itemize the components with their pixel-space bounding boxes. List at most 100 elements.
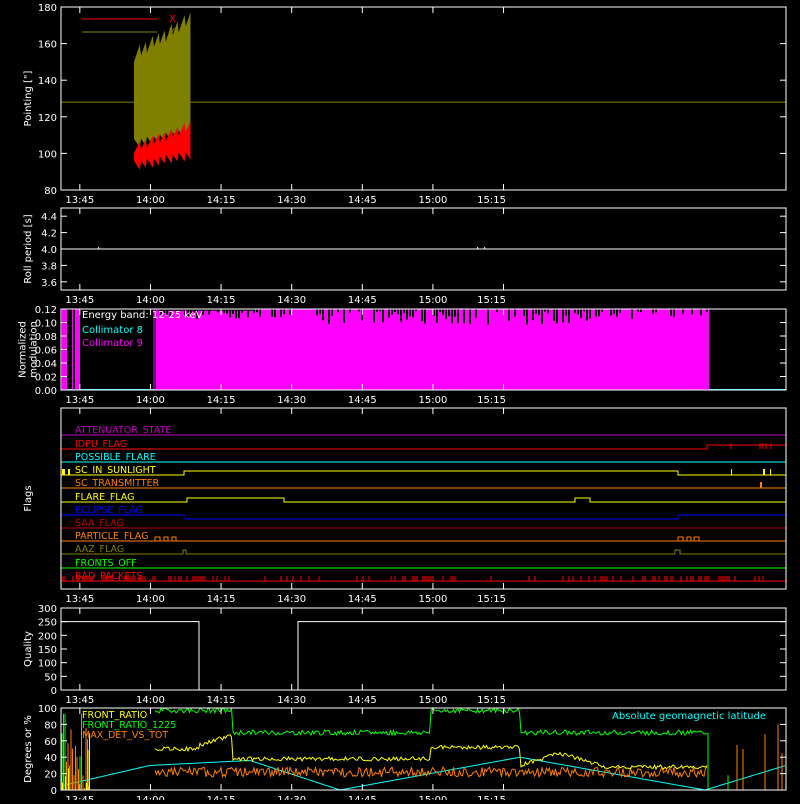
- modulation-dropout: [469, 309, 471, 325]
- y-tick-label: 4.2: [41, 229, 57, 240]
- y-axis-label: Quality: [23, 631, 34, 667]
- x-tick-label: 15:00: [419, 695, 448, 706]
- x-tick-label: 14:45: [348, 395, 377, 406]
- geomagnetic-latitude-label: Absolute geomagnetic latitude: [612, 711, 766, 722]
- modulation-dropout: [670, 309, 672, 316]
- modulation-dropout: [442, 309, 444, 316]
- y-axis-label-text: Flags: [23, 485, 34, 511]
- modulation-dropout: [391, 309, 393, 315]
- y-tick-label: 50: [44, 672, 57, 683]
- modulation-dropout: [316, 309, 318, 316]
- modulation-dropout: [652, 309, 654, 314]
- y-tick-label: 80: [44, 186, 57, 197]
- modulation-dropout: [487, 309, 489, 325]
- flag-label-sc-in-sunlight: SC_IN_SUNLIGHT: [75, 465, 156, 476]
- x-tick-label: 14:30: [277, 195, 306, 206]
- flag-label-particle-flag: PARTICLE_FLAG: [75, 531, 148, 542]
- modulation-dropout: [436, 309, 438, 323]
- modulation-dropout: [631, 309, 633, 319]
- x-tick-label: 15:00: [419, 594, 448, 605]
- x-tick-label: 14:30: [277, 295, 306, 306]
- y-tick-label: 200: [38, 631, 57, 642]
- y-tick-label: 0: [51, 786, 57, 797]
- modulation-dropout: [274, 309, 276, 317]
- x-tick-label: 15:15: [477, 195, 506, 206]
- y-tick-label: 0.12: [35, 305, 57, 316]
- x-tick-label: 13:45: [65, 295, 94, 306]
- x-tick-label: 14:15: [207, 195, 236, 206]
- flag-label-attenuator-state: ATTENUATOR_STATE: [75, 425, 171, 436]
- modulation-dropout: [562, 309, 564, 323]
- modulation-dropout: [406, 309, 408, 320]
- x-tick-label: 15:00: [419, 395, 448, 406]
- y-axis-label: Pointing ["]: [23, 70, 34, 126]
- modulation-dropout: [586, 309, 588, 322]
- y-tick-label: 40: [44, 753, 57, 764]
- energy-band-label: Energy band: 12-25 keV: [82, 310, 203, 321]
- y-tick-label: 250: [38, 618, 57, 629]
- x-tick-label: 13:45: [65, 695, 94, 706]
- x-tick-label: 15:00: [419, 195, 448, 206]
- x-tick-label: 14:45: [348, 594, 377, 605]
- modulation-dropout: [283, 309, 285, 315]
- modulation-dropout: [403, 309, 405, 314]
- modulation-dropout: [280, 309, 282, 317]
- modulation-dropout: [259, 309, 261, 317]
- modulation-dropout: [691, 309, 693, 315]
- modulation-dropout: [577, 309, 579, 315]
- modulation-dropout: [700, 309, 702, 316]
- modulation-dropout: [463, 309, 465, 324]
- modulation-dropout: [568, 309, 570, 324]
- y-axis-label-text: Quality: [23, 631, 34, 667]
- x-tick-label: 14:15: [207, 395, 236, 406]
- modulation-dropout: [451, 309, 453, 324]
- modulation-dropout: [508, 309, 510, 322]
- x-tick-label: 14:00: [136, 395, 165, 406]
- flag-label-bad-packets: BAD_PACKETS: [75, 571, 142, 582]
- y-tick-label: 120: [38, 113, 57, 124]
- modulation-dropout: [673, 309, 675, 317]
- modulation-dropout: [475, 309, 477, 318]
- x-tick-label: 13:45: [65, 795, 94, 800]
- modulation-dropout: [457, 309, 459, 324]
- modulation-dropout: [388, 309, 390, 318]
- legend-collimator-8: Collimator 8: [82, 325, 143, 336]
- modulation-dropout: [535, 309, 537, 314]
- x-tick-label: 14:30: [277, 695, 306, 706]
- modulation-dropout: [682, 309, 684, 314]
- x-tick-label: 14:15: [207, 594, 236, 605]
- y-tick-label: 4.0: [41, 245, 57, 256]
- modulation-dropout: [412, 309, 414, 318]
- y-tick-label: 0: [51, 686, 57, 697]
- modulation-dropout: [598, 309, 600, 317]
- modulation-dropout: [613, 309, 615, 314]
- y-tick-label: 100: [38, 149, 57, 160]
- hessi-observing-summary-plot: 80 100 120 140 160 180 XY Pointing ["] 13:45 14:0…: [0, 0, 800, 804]
- y-axis-label-text: Degrees or %: [23, 715, 34, 783]
- flag-label-saa-flag: SAA_FLAG: [75, 518, 124, 529]
- x-tick-label: 14:00: [136, 594, 165, 605]
- flag-label-possible-flare: POSSIBLE_FLARE: [75, 452, 156, 463]
- flag-label-eclipse-flag: ECLIPSE_FLAG: [75, 505, 143, 516]
- x-tick-label: 14:15: [207, 295, 236, 306]
- x-tick-label: 14:45: [348, 295, 377, 306]
- y-tick-label: 3.6: [41, 278, 57, 289]
- modulation-dropout: [382, 309, 384, 323]
- modulation-dropout: [448, 309, 450, 317]
- legend-x-label: X: [169, 14, 176, 25]
- y-tick-label: 140: [38, 76, 57, 87]
- flag-label-fronts-off: FRONTS_OFF: [75, 558, 137, 569]
- y-tick-label: 150: [38, 645, 57, 656]
- y-tick-label: 4.4: [41, 212, 57, 223]
- x-tick-label: 13:45: [65, 395, 94, 406]
- modulation-dropout: [349, 309, 351, 313]
- modulation-dropout: [514, 309, 516, 318]
- y-tick-label: 20: [44, 770, 57, 781]
- x-tick-label: 14:45: [348, 695, 377, 706]
- modulation-dropout: [526, 309, 528, 325]
- y-tick-label: 80: [44, 720, 57, 731]
- modulation-dropout: [538, 309, 540, 316]
- x-tick-label: 15:15: [477, 594, 506, 605]
- flag-label-idpu-flag: IDPU_FLAG: [75, 439, 127, 450]
- x-tick-label: 14:00: [136, 695, 165, 706]
